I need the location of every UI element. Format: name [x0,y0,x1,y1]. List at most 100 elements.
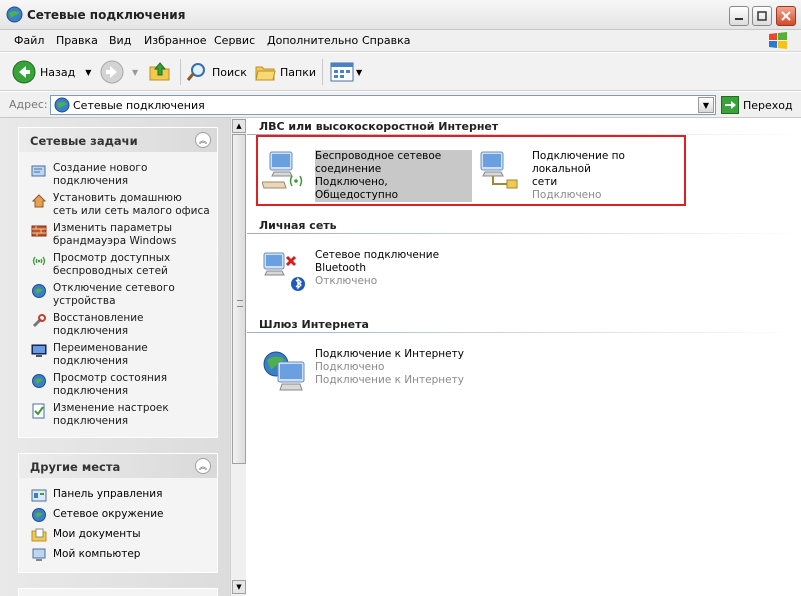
search-button[interactable]: Поиск [186,58,247,86]
title-bar: Сетевые подключения [0,0,801,30]
bluetooth-connection-icon [263,252,305,291]
back-button[interactable]: Назад ▼ [12,58,91,86]
scroll-down-button[interactable]: ▼ [232,580,246,594]
address-value: Сетевые подключения [73,99,205,112]
views-button[interactable]: ▼ [330,58,362,86]
views-icon [330,62,354,82]
folders-button[interactable]: Папки [254,58,316,86]
forward-button[interactable]: ▼ [100,58,138,86]
other-places-header[interactable]: Другие места ︽ [19,454,217,478]
close-icon [781,11,791,21]
minimize-button[interactable] [729,6,749,26]
go-arrow-icon [721,96,739,114]
network-tasks-panel: Сетевые задачи ︽ Создание нового подключе… [18,127,218,438]
menu-bar: Файл Правка Вид Избранное Сервис Дополни… [0,30,801,52]
folders-icon [255,66,276,81]
search-icon [186,63,205,81]
task-change-settings[interactable]: Изменение настроек подключения [19,402,217,432]
scroll-grip [237,300,243,307]
task-wireless-networks[interactable]: Просмотр доступных беспроводных сетей [19,252,217,282]
network-tasks-header[interactable]: Сетевые задачи ︽ [19,128,217,152]
task-repair[interactable]: Восстановление подключения [19,312,217,342]
folders-label: Папки [280,65,316,79]
my-documents-icon [31,528,47,542]
other-places-title: Другие места [30,460,121,474]
views-dropdown-icon[interactable]: ▼ [356,68,362,77]
up-folder-button[interactable] [148,58,172,86]
chevron-down-icon: ▼ [702,100,710,110]
task-view-status[interactable]: Просмотр состояния подключения [19,372,217,402]
menu-help[interactable]: Справка [362,34,410,47]
scroll-up-button[interactable]: ▲ [232,119,246,133]
collapse-icon[interactable]: ︽ [195,132,211,148]
menu-favorites[interactable]: Избранное [144,34,206,47]
internet-gateway-icon [263,351,305,391]
local-area-connection-text: Подключение по локальной сети Подключено [532,150,625,201]
menu-view[interactable]: Вид [109,34,131,47]
local-area-connection-icon [480,151,518,189]
address-label: Адрес: [9,98,48,111]
connection-wireless[interactable]: Беспроводное сетевое соединение Подключе… [262,150,472,202]
firewall-icon [31,225,47,237]
window-title: Сетевые подключения [27,8,186,22]
group-title-lan: ЛВС или высокоскоростной Интернет [259,120,499,133]
connection-local-area[interactable]: Подключение по локальной сети Подключено [479,150,684,202]
settings-icon [32,403,45,419]
network-connections-icon [54,97,70,113]
connection-internet-gateway[interactable]: Подключение к Интернету Подключено Подкл… [262,348,482,400]
address-field[interactable]: Сетевые подключения ▼ [50,95,716,115]
menu-edit[interactable]: Правка [56,34,98,47]
minimize-icon [735,18,743,20]
task-firewall[interactable]: Изменить параметры брандмауэра Windows [19,222,217,252]
task-home-network[interactable]: Установить домашнюю сеть или сеть малого … [19,192,217,222]
place-my-documents[interactable]: Мои документы [19,527,217,547]
group-title-personal: Личная сеть [259,219,337,232]
other-places-panel: Другие места ︽ Панель управления Сетевое… [18,453,218,573]
folder-up-icon [149,62,170,81]
group-title-gateway: Шлюз Интернета [259,318,369,331]
forward-dropdown-icon[interactable]: ▼ [132,68,138,77]
close-button[interactable] [776,6,796,26]
task-rename[interactable]: Переименование подключения [19,342,217,372]
bluetooth-connection-text: Сетевое подключение Bluetooth Отключено [315,249,440,287]
address-bar: Адрес: Сетевые подключения ▼ Переход [0,92,801,118]
network-tasks-title: Сетевые задачи [30,134,138,148]
search-label: Поиск [212,65,247,79]
connection-bluetooth[interactable]: Сетевое подключение Bluetooth Отключено [262,249,462,301]
menu-tools[interactable]: Сервис [214,34,255,47]
go-label: Переход [743,98,793,112]
back-dropdown-icon[interactable]: ▼ [85,68,91,77]
place-network-places[interactable]: Сетевое окружение [19,507,217,527]
group-divider [247,233,801,234]
scroll-thumb[interactable] [232,134,246,464]
rename-icon [31,344,47,357]
go-button[interactable]: Переход [721,95,793,115]
collapse-icon[interactable]: ︽ [195,458,211,474]
control-panel-icon [31,489,47,502]
menu-file[interactable]: Файл [14,34,44,47]
task-disable-device[interactable]: Отключение сетевого устройства [19,282,217,312]
maximize-button[interactable] [752,6,772,26]
back-label: Назад [40,65,76,79]
group-divider [247,332,801,333]
wireless-connection-text: Беспроводное сетевое соединение Подключе… [315,150,472,202]
menu-advanced[interactable]: Дополнительно [267,34,358,47]
forward-arrow-icon [100,60,124,84]
details-panel [18,588,218,596]
toolbar: Назад ▼ ▼ Поиск Папки ▼ [0,53,801,91]
address-dropdown-button[interactable]: ▼ [698,97,714,113]
place-control-panel[interactable]: Панель управления [19,487,217,507]
status-icon [32,374,46,388]
maximize-icon [757,11,767,21]
task-create-connection[interactable]: Создание нового подключения [19,162,217,192]
wireless-icon [32,256,46,266]
task-pane: Сетевые задачи ︽ Создание нового подключе… [0,118,230,596]
repair-icon [32,314,46,328]
disable-device-icon [32,284,46,298]
back-arrow-icon [12,60,36,84]
toolbar-separator [180,59,181,85]
place-my-computer[interactable]: Мой компьютер [19,547,217,567]
home-network-icon [31,194,47,208]
task-pane-scrollbar[interactable]: ▲ ▼ [230,118,246,596]
windows-logo-icon [769,32,787,49]
